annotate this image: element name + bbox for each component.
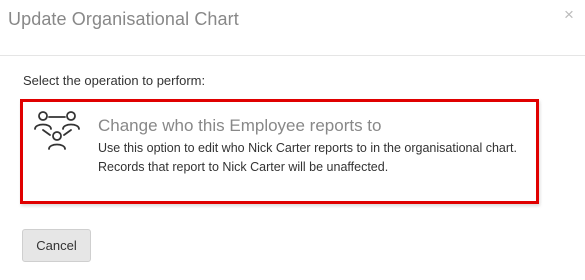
option-description-line: Records that report to Nick Carter will … [98,160,389,174]
dialog-title: Update Organisational Chart [8,9,239,29]
option-title: Change who this Employee reports to [98,116,382,135]
option-description: Use this option to edit who Nick Carter … [98,139,538,177]
update-org-chart-dialog: Update Organisational Chart × Select the… [0,0,585,280]
cancel-button[interactable]: Cancel [22,229,91,262]
option-description-line: Use this option to edit who Nick Carter … [98,141,517,155]
dialog-header: Update Organisational Chart × [0,0,585,56]
change-reports-to-option[interactable]: Change who this Employee reports to Use … [20,99,539,204]
org-chart-icon [31,108,83,152]
close-icon[interactable]: × [561,6,577,24]
operation-prompt: Select the operation to perform: [23,73,206,88]
